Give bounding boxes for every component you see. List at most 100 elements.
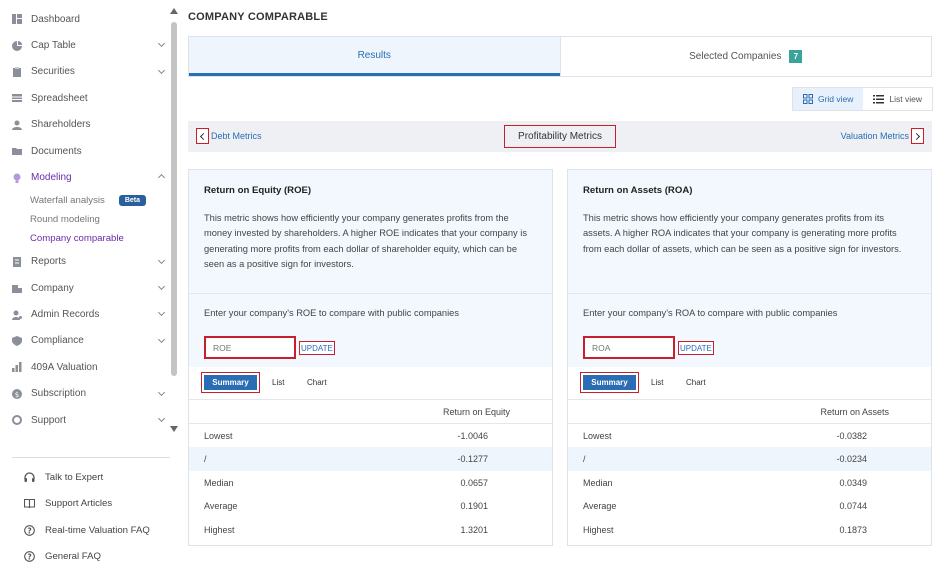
sidebar-item-subscription[interactable]: $ Subscription	[0, 381, 170, 407]
tab-selected-companies[interactable]: Selected Companies 7	[559, 37, 932, 76]
sidebar-item-label: 409A Valuation	[31, 361, 98, 373]
list-icon	[873, 94, 885, 104]
summary-tab[interactable]: Summary	[583, 375, 636, 390]
chevron-up-icon[interactable]	[157, 174, 166, 182]
table-row: Lowest -1.0046	[189, 424, 552, 447]
table-row: Lowest -0.0382	[568, 424, 931, 447]
sidebar-subitem-waterfall[interactable]: Waterfall analysis Beta	[0, 191, 170, 210]
sidebar-item-label: Admin Records	[31, 309, 100, 321]
card-header: Return on Assets (ROA) This metric shows…	[568, 170, 931, 293]
book-icon	[24, 498, 35, 509]
row-label: Average	[204, 501, 238, 512]
chevron-down-icon[interactable]	[157, 309, 166, 317]
update-button[interactable]: UPDATE	[678, 341, 714, 355]
main-content: COMPANY COMPARABLE Results Selected Comp…	[188, 0, 933, 579]
scrollbar-thumb[interactable]	[171, 22, 177, 376]
grid-icon	[802, 94, 813, 104]
chevron-down-icon[interactable]	[157, 414, 166, 423]
row-value: -0.0382	[836, 431, 867, 441]
svg-text:?: ?	[27, 553, 31, 562]
sidebar-item-securities[interactable]: Securities	[0, 59, 170, 85]
chart-tab[interactable]: Chart	[686, 378, 706, 387]
next-metric-button[interactable]	[911, 128, 924, 144]
summary-tab-frame: Summary	[201, 372, 260, 393]
row-label: /	[583, 454, 586, 465]
sidebar-item-modeling[interactable]: Modeling	[0, 164, 170, 190]
chevron-left-icon	[199, 132, 208, 140]
row-value: 0.1873	[839, 524, 867, 535]
prev-metric-button[interactable]	[196, 128, 209, 144]
row-label: Highest	[583, 524, 614, 535]
sidebar-subitem-round-modeling[interactable]: Round modeling	[0, 210, 170, 229]
sidebar-subitem-label: Round modeling	[30, 214, 100, 226]
scroll-down-icon[interactable]	[170, 426, 178, 432]
help-circle-icon: ?	[24, 551, 35, 563]
footer-item-realtime-valuation-faq[interactable]: ? Real-time Valuation FAQ	[12, 517, 170, 544]
footer-item-label: General FAQ	[45, 551, 101, 563]
sidebar-item-label: Dashboard	[31, 13, 80, 25]
sidebar-item-spreadsheet[interactable]: Spreadsheet	[0, 85, 170, 111]
footer-item-general-faq[interactable]: ? General FAQ	[12, 544, 170, 571]
person-icon	[12, 120, 22, 130]
row-value: 1.3201	[460, 524, 488, 535]
sidebar-scrollbar[interactable]	[170, 8, 178, 434]
row-label: Median	[204, 477, 234, 488]
grid-view-button[interactable]: Grid view	[792, 88, 864, 110]
chevron-down-icon[interactable]	[157, 40, 166, 48]
card-description: This metric shows how efficiently your c…	[204, 213, 527, 269]
prev-metric-link[interactable]: Debt Metrics	[211, 131, 262, 141]
list-view-button[interactable]: List view	[863, 88, 932, 110]
summary-tab[interactable]: Summary	[204, 375, 257, 390]
tab-label: Results	[357, 49, 391, 61]
next-metric-link[interactable]: Valuation Metrics	[841, 131, 909, 141]
sidebar-item-company[interactable]: Company	[0, 275, 170, 301]
spreadsheet-icon	[12, 93, 22, 103]
footer-item-label: Talk to Expert	[45, 471, 104, 483]
sidebar-item-label: Spreadsheet	[31, 92, 88, 104]
sidebar-item-shareholders[interactable]: Shareholders	[0, 112, 170, 138]
input-label: Enter your company's ROA to compare with…	[583, 308, 838, 318]
input-label: Enter your company's ROE to compare with…	[204, 308, 459, 318]
roe-input[interactable]	[204, 336, 296, 359]
shield-icon	[12, 335, 22, 346]
card-description: This metric shows how efficiently your c…	[583, 213, 902, 254]
card-input-area: Enter your company's ROA to compare with…	[568, 293, 931, 367]
sidebar-item-admin-records[interactable]: Admin Records	[0, 301, 170, 327]
sidebar-subitem-company-comparable[interactable]: Company comparable	[0, 229, 170, 248]
row-label: Lowest	[583, 431, 612, 441]
view-toggle: Grid view List view	[791, 87, 933, 111]
sidebar-item-compliance[interactable]: Compliance	[0, 328, 170, 354]
chart-tab[interactable]: Chart	[307, 378, 327, 387]
tab-results[interactable]: Results	[189, 37, 560, 76]
table-row: Median 0.0349	[568, 471, 931, 494]
roa-input[interactable]	[583, 336, 675, 359]
list-tab[interactable]: List	[272, 378, 284, 387]
sidebar-item-documents[interactable]: Documents	[0, 138, 170, 164]
chevron-down-icon[interactable]	[157, 66, 166, 74]
help-circle-icon: ?	[24, 524, 35, 536]
sidebar: Dashboard Cap Table Securities Spreadshe…	[0, 0, 180, 579]
list-tab[interactable]: List	[651, 378, 663, 387]
table-row: Average 0.1901	[189, 494, 552, 517]
update-button[interactable]: UPDATE	[299, 341, 335, 355]
chevron-down-icon[interactable]	[157, 282, 166, 291]
chevron-down-icon[interactable]	[157, 335, 166, 343]
footer-item-support-articles[interactable]: Support Articles	[12, 491, 170, 518]
sidebar-item-409a-valuation[interactable]: 409A Valuation	[0, 354, 170, 380]
chevron-down-icon[interactable]	[157, 388, 166, 396]
sidebar-item-dashboard[interactable]: Dashboard	[0, 6, 170, 32]
sidebar-nav: Dashboard Cap Table Securities Spreadshe…	[0, 6, 170, 436]
sidebar-item-label: Modeling	[31, 172, 72, 184]
footer-item-talk-to-expert[interactable]: Talk to Expert	[12, 464, 170, 491]
row-label: Highest	[204, 524, 235, 535]
scroll-up-icon[interactable]	[170, 8, 178, 14]
report-icon	[12, 256, 22, 267]
footer-item-label: Support Articles	[45, 498, 113, 510]
row-value: 0.1901	[460, 501, 488, 512]
pie-chart-icon	[12, 40, 22, 51]
row-value: 0.0349	[839, 477, 867, 488]
sidebar-item-cap-table[interactable]: Cap Table	[0, 32, 170, 58]
sidebar-item-reports[interactable]: Reports	[0, 249, 170, 275]
sidebar-item-support[interactable]: Support	[0, 407, 170, 433]
chevron-down-icon[interactable]	[157, 256, 166, 264]
